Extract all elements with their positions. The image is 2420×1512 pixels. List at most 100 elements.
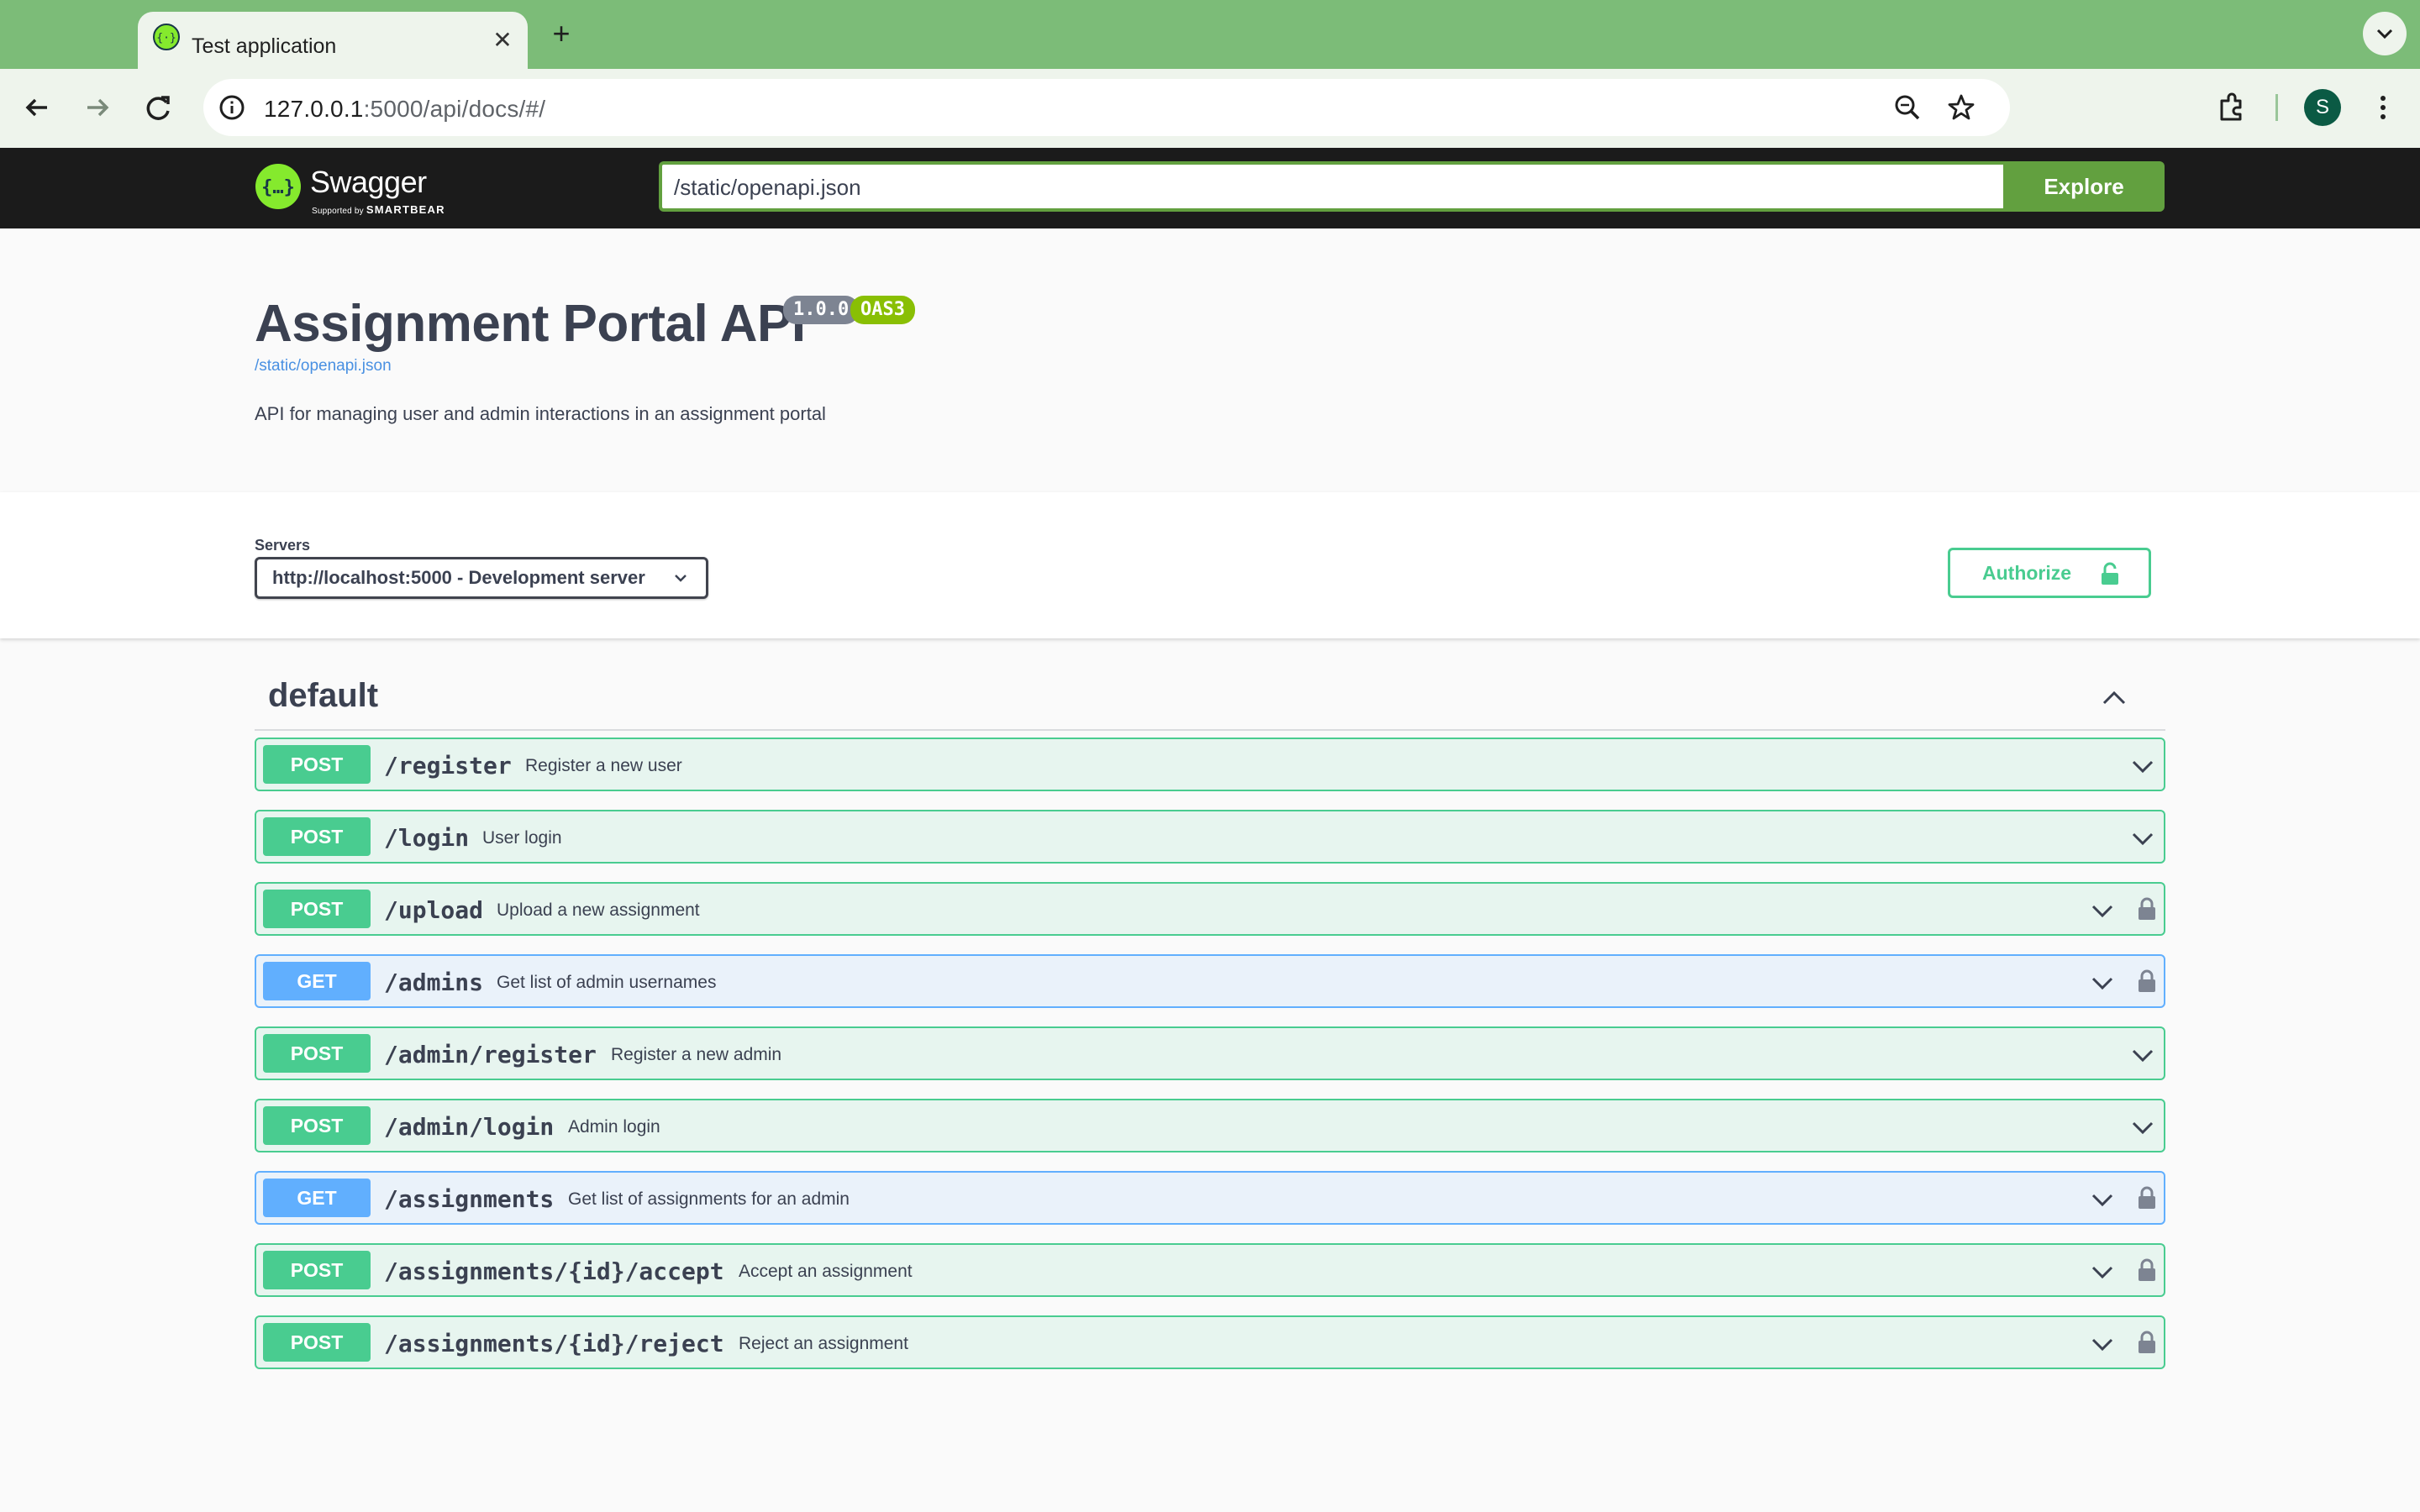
profile-avatar[interactable]: S — [2304, 89, 2341, 126]
operation-row[interactable]: POST/admin/register Register a new admin — [255, 1026, 2165, 1080]
chevron-down-icon[interactable] — [2090, 1187, 2115, 1212]
operation-path: /admin/login — [384, 1113, 555, 1141]
operation-row[interactable]: POST/assignments/{id}/accept Accept an as… — [255, 1243, 2165, 1297]
url-path: :5000/api/docs/#/ — [363, 96, 546, 122]
operation-path: /assignments — [384, 1185, 555, 1213]
url-host: 127.0.0.1 — [264, 96, 364, 122]
zoom-icon[interactable] — [1891, 91, 1924, 124]
chevron-up-icon[interactable] — [2100, 684, 2128, 712]
back-arrow-icon[interactable] — [17, 87, 57, 128]
chevron-down-icon[interactable] — [2090, 898, 2115, 923]
oas-badge: OAS3 — [850, 296, 915, 324]
method-badge: POST — [263, 1323, 371, 1362]
operation-path: /assignments/{id}/accept — [384, 1257, 724, 1285]
lock-icon[interactable] — [2135, 1329, 2159, 1356]
swagger-topbar: {…} Swagger Supported by SMARTBEAR /stat… — [0, 148, 2420, 228]
lock-icon[interactable] — [2135, 968, 2159, 995]
tag-name: default — [268, 677, 379, 714]
reload-icon[interactable] — [138, 87, 178, 128]
swagger-logo[interactable]: {…} Swagger Supported by SMARTBEAR — [255, 160, 456, 218]
operation-row[interactable]: POST/login User login — [255, 810, 2165, 864]
method-badge: GET — [263, 962, 371, 1000]
method-badge: POST — [263, 890, 371, 928]
url-text: 127.0.0.1:5000/api/docs/#/ — [264, 96, 545, 123]
operation-row[interactable]: GET/admins Get list of admin usernames — [255, 954, 2165, 1008]
spec-url-input[interactable]: /static/openapi.json — [659, 161, 2003, 212]
method-badge: POST — [263, 817, 371, 856]
unlocked-lock-icon — [2102, 562, 2118, 585]
api-info: Assignment Portal API 1.0.0 OAS3 /static… — [0, 228, 2420, 492]
operation-path: /admin/register — [384, 1041, 597, 1068]
tab-search-button[interactable] — [2363, 12, 2407, 55]
operation-summary: Admin login — [568, 1117, 660, 1137]
kebab-menu-icon[interactable] — [2365, 89, 2402, 126]
api-description: API for managing user and admin interact… — [255, 403, 826, 424]
servers-label: Servers — [255, 537, 311, 554]
extensions-icon[interactable] — [2213, 89, 2250, 126]
swagger-logo-icon: {…} — [255, 164, 301, 209]
operation-summary: Reject an assignment — [739, 1334, 908, 1353]
logo-sub-prefix: Supported by — [312, 207, 364, 216]
browser-tab[interactable]: {·} Test application ✕ — [138, 12, 528, 69]
svg-text:{…}: {…} — [261, 177, 295, 198]
chevron-down-icon — [2376, 29, 2393, 39]
new-tab-icon[interactable]: + — [544, 17, 578, 50]
chevron-down-icon[interactable] — [2090, 1259, 2115, 1284]
tab-title: Test application — [192, 34, 337, 58]
operation-summary: Register a new admin — [611, 1045, 782, 1064]
operation-summary: Upload a new assignment — [497, 900, 700, 920]
address-bar[interactable]: 127.0.0.1:5000/api/docs/#/ — [203, 79, 2010, 136]
servers-select[interactable]: http://localhost:5000 - Development serv… — [255, 557, 708, 599]
operation-path: /upload — [384, 896, 484, 924]
lock-icon[interactable] — [2135, 1184, 2159, 1211]
browser-toolbar: 127.0.0.1:5000/api/docs/#/ S — [0, 69, 2420, 148]
chevron-down-icon[interactable] — [2090, 970, 2115, 995]
chevron-down-icon[interactable] — [2130, 753, 2155, 779]
swagger-logo-subtitle: Supported by SMARTBEAR — [312, 203, 445, 216]
toolbar-separator — [2275, 94, 2278, 121]
spec-link[interactable]: /static/openapi.json — [255, 357, 392, 375]
operation-row[interactable]: POST/admin/login Admin login — [255, 1099, 2165, 1152]
operation-path: /assignments/{id}/reject — [384, 1330, 724, 1357]
operation-row[interactable]: POST/assignments/{id}/reject Reject an as… — [255, 1315, 2165, 1369]
operation-summary: Accept an assignment — [739, 1262, 913, 1281]
operation-summary: Get list of assignments for an admin — [568, 1189, 850, 1209]
method-badge: GET — [263, 1179, 371, 1217]
operation-summary: Get list of admin usernames — [497, 973, 717, 992]
operation-summary: User login — [482, 828, 562, 848]
operation-path: /register — [384, 752, 512, 780]
api-title: Assignment Portal API — [255, 295, 806, 353]
chevron-down-icon[interactable] — [2130, 1115, 2155, 1140]
logo-sub-brand: SMARTBEAR — [366, 203, 445, 216]
operation-row[interactable]: GET/assignments Get list of assignments f… — [255, 1171, 2165, 1225]
chevron-down-icon — [675, 575, 687, 582]
tag-section-header[interactable]: default — [255, 664, 2165, 731]
chevron-down-icon[interactable] — [2130, 826, 2155, 851]
method-badge: POST — [263, 1251, 371, 1289]
operation-row[interactable]: POST/upload Upload a new assignment — [255, 882, 2165, 936]
authorize-button[interactable]: Authorize — [1948, 548, 2151, 598]
site-info-icon[interactable] — [215, 91, 249, 124]
chevron-down-icon[interactable] — [2130, 1042, 2155, 1068]
scheme-container: Servers http://localhost:5000 - Developm… — [0, 492, 2420, 638]
lock-icon[interactable] — [2135, 1257, 2159, 1284]
swagger-logo-title: Swagger — [310, 165, 427, 199]
explore-button[interactable]: Explore — [2003, 161, 2165, 212]
method-badge: POST — [263, 745, 371, 784]
servers-selected-value: http://localhost:5000 - Development serv… — [272, 567, 645, 588]
swagger-favicon-icon: {·} — [153, 24, 180, 50]
chevron-down-icon[interactable] — [2090, 1331, 2115, 1357]
operation-summary: Register a new user — [525, 756, 682, 775]
operation-row[interactable]: POST/register Register a new user — [255, 738, 2165, 791]
authorize-label: Authorize — [1982, 562, 2072, 584]
browser-tabstrip: {·} Test application ✕ + — [0, 0, 2420, 69]
forward-arrow-icon[interactable] — [77, 87, 118, 128]
method-badge: POST — [263, 1106, 371, 1145]
svg-text:{·}: {·} — [156, 32, 176, 45]
close-tab-icon[interactable]: ✕ — [489, 27, 516, 54]
method-badge: POST — [263, 1034, 371, 1073]
operation-path: /admins — [384, 969, 484, 996]
version-badge: 1.0.0 — [783, 296, 860, 324]
bookmark-star-icon[interactable] — [1944, 91, 1978, 124]
lock-icon[interactable] — [2135, 895, 2159, 922]
